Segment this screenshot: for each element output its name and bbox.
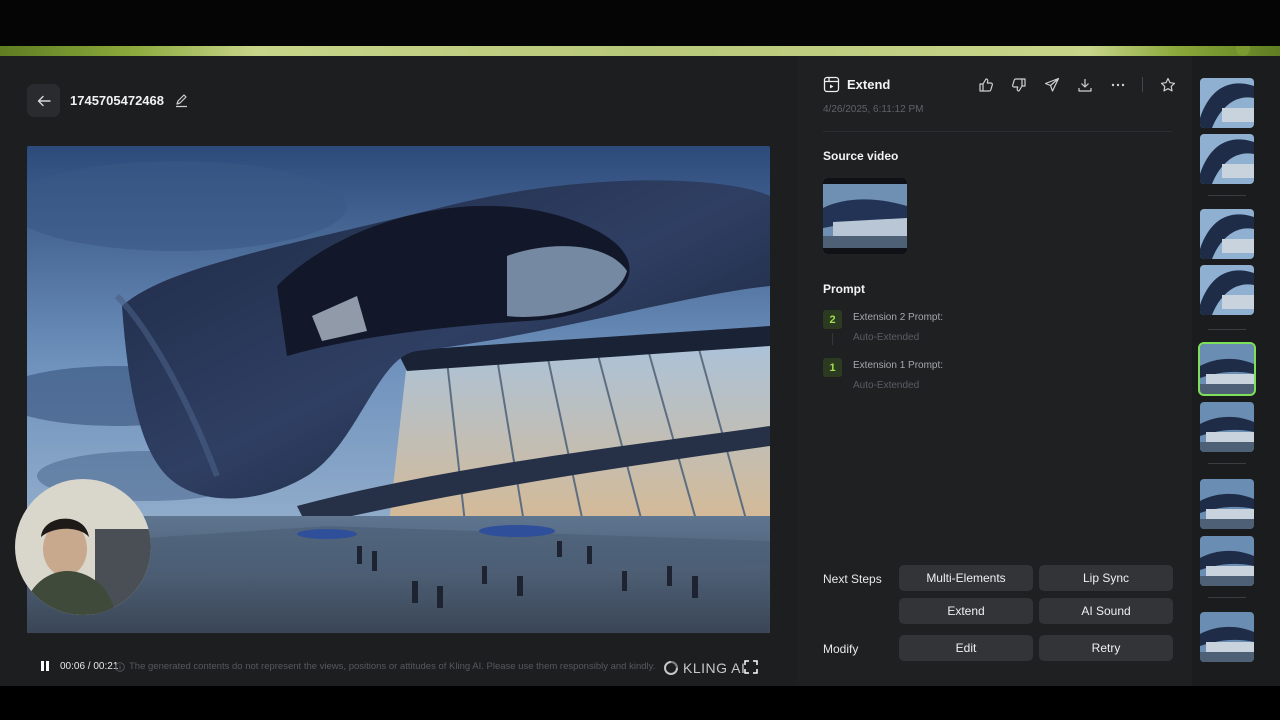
page-title: 1745705472468 xyxy=(70,93,164,108)
thumbs-up-icon[interactable] xyxy=(977,76,994,93)
back-button[interactable] xyxy=(27,84,60,117)
strip-handle xyxy=(1236,46,1250,56)
source-video-label: Source video xyxy=(823,149,899,163)
step-text: Auto-Extended xyxy=(853,380,920,391)
browser-strip xyxy=(0,46,1280,56)
history-thumbnail[interactable] xyxy=(1200,134,1254,184)
step-text: Auto-Extended xyxy=(853,332,920,343)
step-badge: 1 xyxy=(823,358,842,377)
history-thumbnail[interactable] xyxy=(1200,209,1254,259)
kling-logo-icon xyxy=(664,661,678,675)
player-area: 1745705472468 00:06 / 00:21 KLING AI The… xyxy=(0,56,797,689)
info-icon xyxy=(115,661,125,672)
modify-label: Modify xyxy=(823,642,859,656)
screen-bottom-bar xyxy=(0,686,1280,720)
history-thumbnail[interactable] xyxy=(1200,536,1254,586)
mode-header: Extend xyxy=(823,76,890,93)
history-thumbnail[interactable] xyxy=(1200,78,1254,128)
step-connector xyxy=(832,333,833,345)
app-window: 1745705472468 00:06 / 00:21 KLING AI The… xyxy=(0,56,1280,689)
star-icon[interactable] xyxy=(1159,76,1176,93)
divider xyxy=(823,131,1172,132)
mode-label: Extend xyxy=(847,77,891,92)
action-bar xyxy=(977,76,1176,93)
lip-sync-button[interactable]: Lip Sync xyxy=(1039,565,1173,591)
ai-sound-button[interactable]: AI Sound xyxy=(1039,598,1173,624)
back-arrow-icon xyxy=(37,95,51,106)
watermark-text: KLING AI xyxy=(683,660,746,676)
history-thumbnail-selected[interactable] xyxy=(1198,342,1256,396)
history-thumbnail[interactable] xyxy=(1200,612,1254,662)
share-icon[interactable] xyxy=(1043,76,1060,93)
screen-top-bar xyxy=(0,0,1280,46)
download-icon[interactable] xyxy=(1076,76,1093,93)
disclaimer-text: The generated contents do not represent … xyxy=(129,661,656,672)
time-display: 00:06 / 00:21 xyxy=(60,661,119,672)
strip-divider xyxy=(1208,597,1246,598)
step-title: Extension 2 Prompt: xyxy=(853,312,944,323)
thumbs-down-icon[interactable] xyxy=(1010,76,1027,93)
prompt-label: Prompt xyxy=(823,282,865,296)
history-thumbnail[interactable] xyxy=(1200,402,1254,452)
disclaimer: The generated contents do not represent … xyxy=(115,661,655,672)
history-thumbnail[interactable] xyxy=(1200,265,1254,315)
edit-button[interactable]: Edit xyxy=(899,635,1033,661)
pencil-icon[interactable] xyxy=(174,93,189,108)
pause-icon[interactable] xyxy=(40,660,50,672)
multi-elements-button[interactable]: Multi-Elements xyxy=(899,565,1033,591)
step-badge: 2 xyxy=(823,310,842,329)
created-date: 4/26/2025, 6:11:12 PM xyxy=(823,104,924,115)
history-thumbnail[interactable] xyxy=(1200,479,1254,529)
details-panel: Extend 4/26/2025, 6:11:12 PM Source vide… xyxy=(797,56,1192,686)
watermark: KLING AI xyxy=(663,660,745,676)
more-icon[interactable] xyxy=(1109,76,1126,93)
next-steps-label: Next Steps xyxy=(823,572,882,586)
retry-button[interactable]: Retry xyxy=(1039,635,1173,661)
strip-divider xyxy=(1208,195,1246,196)
extend-button[interactable]: Extend xyxy=(899,598,1033,624)
strip-divider xyxy=(1208,463,1246,464)
webcam-feed xyxy=(15,479,151,615)
history-strip xyxy=(1192,56,1280,686)
strip-divider xyxy=(1208,329,1246,330)
action-divider xyxy=(1142,77,1143,92)
webcam-overlay xyxy=(15,479,151,615)
source-video-thumbnail[interactable] xyxy=(823,178,907,254)
step-title: Extension 1 Prompt: xyxy=(853,360,944,371)
fullscreen-icon[interactable] xyxy=(744,660,758,674)
extend-video-icon xyxy=(823,76,840,93)
source-video-image xyxy=(823,178,907,254)
